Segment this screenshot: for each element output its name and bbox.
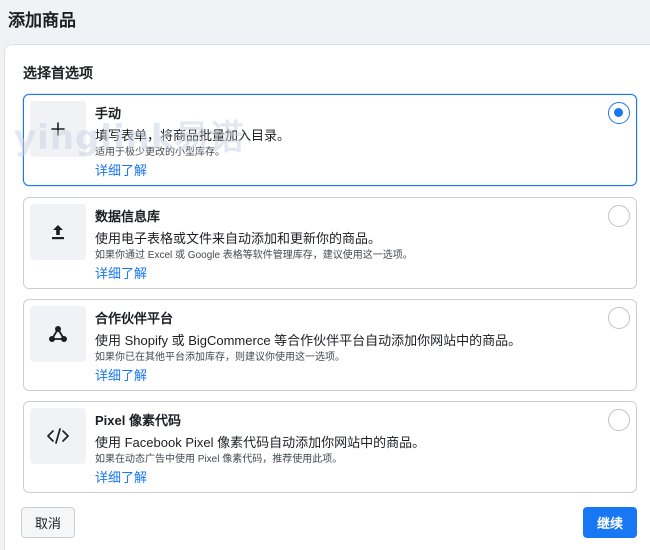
option-note: 如果你已在其他平台添加库存，则建议你使用这一选项。 xyxy=(95,352,345,363)
option-description: 填写表单，将商品批量加入目录。 xyxy=(95,128,291,143)
option-description: 使用 Facebook Pixel 像素代码自动添加你网站中的商品。 xyxy=(95,435,426,450)
option-manual[interactable]: 手动 填写表单，将商品批量加入目录。 适用于极少更改的小型库存。 详细了解 xyxy=(23,94,637,186)
option-partner-platform[interactable]: 合作伙伴平台 使用 Shopify 或 BigCommerce 等合作伙伴平台自… xyxy=(23,299,637,391)
plus-icon xyxy=(30,101,86,157)
radio-button[interactable] xyxy=(608,409,630,431)
option-title: 数据信息库 xyxy=(95,209,161,224)
section-title: 选择首选项 xyxy=(23,65,93,81)
option-note: 适用于极少更改的小型库存。 xyxy=(95,147,225,158)
option-data-feed[interactable]: 数据信息库 使用电子表格或文件来自动添加和更新你的商品。 如果你通过 Excel… xyxy=(23,197,637,289)
radio-button[interactable] xyxy=(608,307,630,329)
cancel-button[interactable]: 取消 xyxy=(21,507,75,538)
option-title: 手动 xyxy=(95,106,122,121)
add-products-panel: 选择首选项 手动 填写表单，将商品批量加入目录。 适用于极少更改的小型库存。 详… xyxy=(4,44,650,550)
option-title: Pixel 像素代码 xyxy=(95,413,181,428)
learn-more-link[interactable]: 详细了解 xyxy=(95,467,147,486)
radio-button[interactable] xyxy=(608,205,630,227)
learn-more-link[interactable]: 详细了解 xyxy=(95,365,147,384)
learn-more-link[interactable]: 详细了解 xyxy=(95,160,147,179)
share-nodes-icon xyxy=(30,306,86,362)
radio-button[interactable] xyxy=(608,102,630,124)
option-note: 如果你通过 Excel 或 Google 表格等软件管理库存，建议使用这一选项。 xyxy=(95,250,413,261)
code-icon xyxy=(30,408,86,464)
option-description: 使用电子表格或文件来自动添加和更新你的商品。 xyxy=(95,231,382,246)
continue-button[interactable]: 继续 xyxy=(583,507,637,538)
learn-more-link[interactable]: 详细了解 xyxy=(95,263,147,282)
option-note: 如果在动态广告中使用 Pixel 像素代码，推荐使用此项。 xyxy=(95,454,343,465)
option-title: 合作伙伴平台 xyxy=(95,311,174,326)
upload-icon xyxy=(30,204,86,260)
page-title: 添加商品 xyxy=(8,11,76,30)
option-description: 使用 Shopify 或 BigCommerce 等合作伙伴平台自动添加你网站中… xyxy=(95,333,522,348)
option-pixel-code[interactable]: Pixel 像素代码 使用 Facebook Pixel 像素代码自动添加你网站… xyxy=(23,401,637,493)
